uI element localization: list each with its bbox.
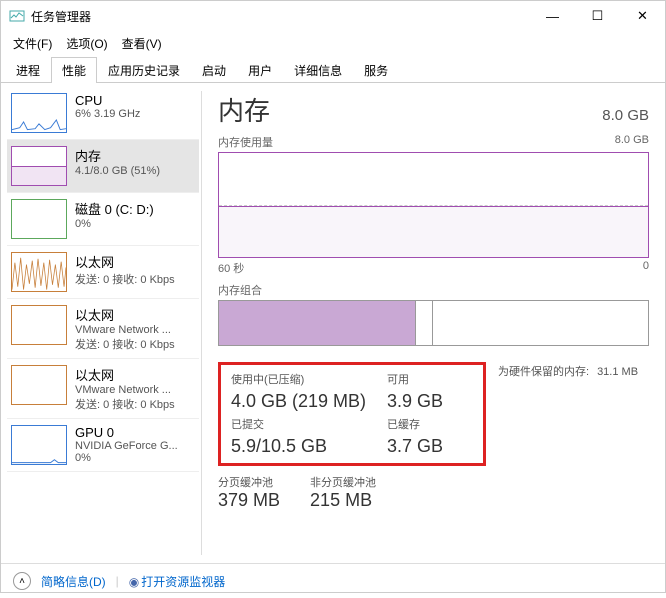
- stats-highlight-box: 使用中(已压缩) 可用 4.0 GB (219 MB) 3.9 GB 已提交 已…: [218, 362, 486, 466]
- sidebar-item-ethernet-0[interactable]: 以太网发送: 0 接收: 0 Kbps: [7, 246, 199, 299]
- usage-max: 8.0 GB: [615, 134, 649, 150]
- tab-services[interactable]: 服务: [353, 57, 399, 83]
- maximize-button[interactable]: ☐: [575, 1, 620, 31]
- tab-performance[interactable]: 性能: [51, 57, 97, 83]
- menubar: 文件(F) 选项(O) 查看(V): [1, 31, 665, 56]
- tab-users[interactable]: 用户: [237, 57, 283, 83]
- composition-label: 内存组合: [218, 282, 262, 298]
- disk-thumb-icon: [11, 199, 67, 239]
- axis-right: 0: [643, 260, 649, 276]
- minimize-button[interactable]: —: [530, 1, 575, 31]
- cached-value: 3.7 GB: [387, 436, 473, 457]
- cpu-thumb-icon: [11, 93, 67, 133]
- in-use-value: 4.0 GB (219 MB): [231, 391, 387, 412]
- usage-label: 内存使用量: [218, 134, 273, 150]
- tabs: 进程 性能 应用历史记录 启动 用户 详细信息 服务: [1, 56, 665, 83]
- sidebar-item-disk[interactable]: 磁盘 0 (C: D:)0%: [7, 193, 199, 246]
- titlebar: 任务管理器 — ☐ ✕: [1, 1, 665, 31]
- taskmgr-icon: [9, 8, 25, 24]
- paged-pool-value: 379 MB: [218, 490, 280, 511]
- memory-capacity: 8.0 GB: [602, 107, 649, 124]
- window-title: 任务管理器: [31, 8, 530, 25]
- memory-usage-chart: [218, 152, 649, 258]
- sidebar-item-ethernet-1[interactable]: 以太网VMware Network ...发送: 0 接收: 0 Kbps: [7, 299, 199, 359]
- cached-label: 已缓存: [387, 416, 473, 432]
- memory-composition-chart: [218, 300, 649, 346]
- monitor-icon: ◉: [129, 575, 139, 589]
- hardware-reserved: 为硬件保留的内存:31.1 MB: [498, 362, 638, 466]
- sidebar-item-memory[interactable]: 内存4.1/8.0 GB (51%): [7, 140, 199, 193]
- sidebar-item-cpu[interactable]: CPU6% 3.19 GHz: [7, 87, 199, 140]
- nonpaged-pool-label: 非分页缓冲池: [310, 474, 376, 490]
- paged-pool-label: 分页缓冲池: [218, 474, 280, 490]
- available-value: 3.9 GB: [387, 391, 473, 412]
- gpu-thumb-icon: [11, 425, 67, 465]
- committed-label: 已提交: [231, 416, 387, 432]
- ethernet-thumb-icon: [11, 252, 67, 292]
- main-panel: 内存 8.0 GB 内存使用量 8.0 GB 60 秒 0 内存组合 使用中(已…: [202, 83, 665, 563]
- in-use-label: 使用中(已压缩): [231, 371, 387, 387]
- sidebar[interactable]: CPU6% 3.19 GHz 内存4.1/8.0 GB (51%) 磁盘 0 (…: [1, 83, 201, 563]
- tab-processes[interactable]: 进程: [5, 57, 51, 83]
- menu-options[interactable]: 选项(O): [60, 33, 113, 54]
- sidebar-item-gpu[interactable]: GPU 0NVIDIA GeForce G...0%: [7, 419, 199, 472]
- resource-monitor-link[interactable]: ◉打开资源监视器: [129, 573, 226, 590]
- chevron-up-icon[interactable]: ˄: [13, 572, 31, 590]
- page-title: 内存: [218, 91, 270, 128]
- sidebar-item-ethernet-2[interactable]: 以太网VMware Network ...发送: 0 接收: 0 Kbps: [7, 359, 199, 419]
- committed-value: 5.9/10.5 GB: [231, 436, 387, 457]
- tab-startup[interactable]: 启动: [191, 57, 237, 83]
- tab-app-history[interactable]: 应用历史记录: [97, 57, 191, 83]
- axis-left: 60 秒: [218, 260, 244, 276]
- tab-details[interactable]: 详细信息: [283, 57, 353, 83]
- menu-file[interactable]: 文件(F): [7, 33, 58, 54]
- nonpaged-pool-value: 215 MB: [310, 490, 376, 511]
- menu-view[interactable]: 查看(V): [116, 33, 168, 54]
- ethernet-thumb-icon: [11, 305, 67, 345]
- close-button[interactable]: ✕: [620, 1, 665, 31]
- fewer-details-link[interactable]: 简略信息(D): [41, 573, 106, 590]
- available-label: 可用: [387, 371, 473, 387]
- ethernet-thumb-icon: [11, 365, 67, 405]
- memory-thumb-icon: [11, 146, 67, 186]
